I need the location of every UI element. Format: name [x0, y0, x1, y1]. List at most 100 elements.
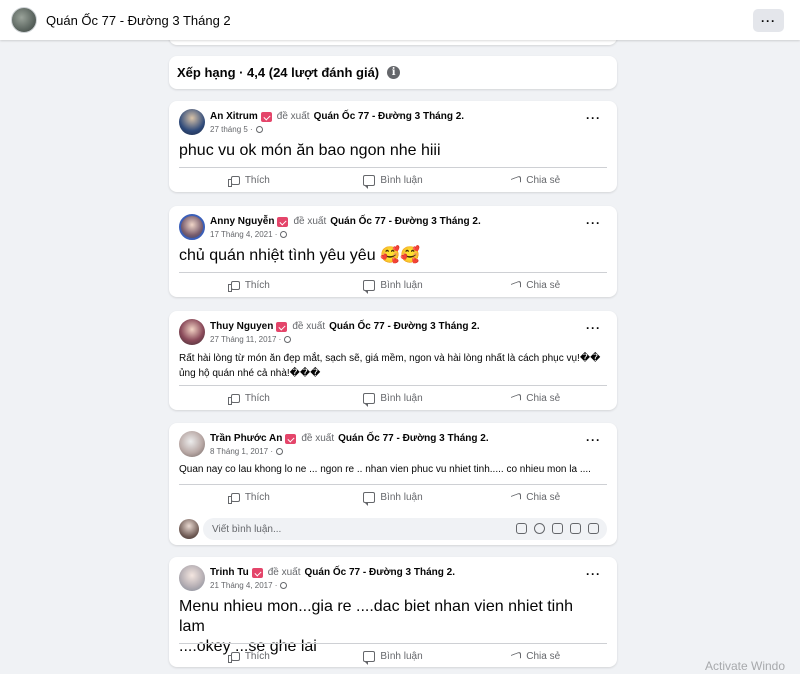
- share-button[interactable]: Chia sẻ: [464, 644, 607, 669]
- page-link[interactable]: Quán Ốc 77 - Đường 3 Tháng 2.: [330, 216, 480, 227]
- comment-button[interactable]: Bình luận: [322, 168, 465, 193]
- avatar[interactable]: [179, 431, 205, 457]
- globe-icon: [255, 126, 263, 133]
- more-options-button[interactable]: ···: [586, 322, 601, 334]
- action-bar: Thích Bình luận Chia sẻ: [179, 643, 607, 669]
- avatar[interactable]: [179, 319, 205, 345]
- emoji-icon[interactable]: [534, 523, 545, 534]
- like-button[interactable]: Thích: [179, 168, 322, 193]
- page-link[interactable]: Quán Ốc 77 - Đường 3 Tháng 2.: [338, 433, 488, 444]
- post-date[interactable]: 21 Tháng 4, 2017 ·: [210, 581, 277, 590]
- comment-icon: [363, 175, 376, 189]
- review-text-line: Menu nhieu mon...gia re ....dac biet nha…: [179, 598, 574, 635]
- avatar[interactable]: [179, 109, 205, 135]
- globe-icon: [280, 582, 288, 589]
- globe-icon: [276, 448, 284, 455]
- sticker-icon[interactable]: [588, 523, 599, 534]
- review-card: Anny Nguyễn đề xuất Quán Ốc 77 - Đường 3…: [169, 206, 617, 297]
- share-icon: [511, 280, 522, 291]
- like-button[interactable]: Thích: [179, 386, 322, 411]
- avatar[interactable]: [179, 565, 205, 591]
- page-avatar[interactable]: [11, 7, 37, 33]
- post-date[interactable]: 27 Tháng 11, 2017 ·: [210, 335, 281, 344]
- globe-icon: [284, 336, 292, 343]
- review-text: Quan nay co lau khong lo ne ... ngon re …: [179, 464, 591, 475]
- recommend-icon: [285, 433, 297, 444]
- comment-button[interactable]: Bình luận: [322, 485, 465, 510]
- page-link[interactable]: Quán Ốc 77 - Đường 3 Tháng 2.: [305, 567, 455, 578]
- share-icon: [511, 651, 522, 662]
- author-name[interactable]: Thuy Nguyen: [210, 321, 273, 332]
- like-button[interactable]: Thích: [179, 644, 322, 669]
- share-button[interactable]: Chia sẻ: [464, 386, 607, 411]
- thumbs-up-icon: [227, 394, 240, 405]
- recommend-icon: [277, 216, 289, 227]
- share-button[interactable]: Chia sẻ: [464, 485, 607, 510]
- top-bar: Quán Ốc 77 - Đường 3 Tháng 2 ···: [0, 0, 800, 40]
- page-link[interactable]: Quán Ốc 77 - Đường 3 Tháng 2.: [329, 321, 479, 332]
- action-bar: Thích Bình luận Chia sẻ: [179, 385, 607, 411]
- thumbs-up-icon: [227, 493, 240, 504]
- comment-button[interactable]: Bình luận: [322, 386, 465, 411]
- comment-composer: Viết bình luận...: [179, 518, 607, 542]
- rating-summary: Xếp hạng · 4,4 (24 lượt đánh giá) i: [169, 56, 617, 89]
- activate-windows-watermark: Activate Windo: [705, 659, 786, 673]
- camera-icon[interactable]: [552, 523, 563, 534]
- more-options-button[interactable]: ···: [586, 217, 601, 229]
- thumbs-up-icon: [227, 281, 240, 292]
- comment-button[interactable]: Bình luận: [322, 644, 465, 669]
- page-link[interactable]: Quán Ốc 77 - Đường 3 Tháng 2.: [314, 111, 464, 122]
- avatar-sticker-icon[interactable]: [516, 523, 527, 534]
- review-card: Trần Phước An đề xuất Quán Ốc 77 - Đường…: [169, 423, 617, 545]
- recommend-icon: [260, 111, 272, 122]
- current-user-avatar: [179, 519, 199, 539]
- review-card: Trinh Tu đề xuất Quán Ốc 77 - Đường 3 Th…: [169, 557, 617, 667]
- avatar[interactable]: [179, 214, 205, 240]
- thumbs-up-icon: [227, 652, 240, 663]
- globe-icon: [280, 231, 288, 238]
- info-icon[interactable]: i: [387, 66, 401, 79]
- gif-icon[interactable]: [570, 523, 581, 534]
- share-button[interactable]: Chia sẻ: [464, 168, 607, 193]
- review-text: Rất hài lòng từ món ăn đẹp mắt, sạch sẽ,…: [179, 351, 603, 381]
- review-text-line: ủng hộ quán nhé cả nhà!���: [179, 368, 321, 379]
- recommends-label: đề xuất: [301, 433, 335, 444]
- comment-icon: [363, 393, 376, 407]
- comment-tools: [516, 523, 599, 534]
- page-more-button[interactable]: ···: [753, 9, 784, 32]
- recommend-icon: [276, 321, 288, 332]
- action-bar: Thích Bình luận Chia sẻ: [179, 484, 607, 510]
- review-text: phuc vu ok món ăn bao ngon nhe hiii: [179, 142, 441, 159]
- author-name[interactable]: An Xitrum: [210, 111, 258, 122]
- like-button[interactable]: Thích: [179, 485, 322, 510]
- comment-icon: [363, 492, 376, 506]
- more-options-button[interactable]: ···: [586, 112, 601, 124]
- comment-icon: [363, 651, 376, 665]
- like-button[interactable]: Thích: [179, 273, 322, 298]
- page-title[interactable]: Quán Ốc 77 - Đường 3 Tháng 2: [46, 13, 231, 28]
- recommends-label: đề xuất: [267, 567, 301, 578]
- comment-icon: [363, 280, 376, 294]
- thumbs-up-icon: [227, 176, 240, 187]
- action-bar: Thích Bình luận Chia sẻ: [179, 272, 607, 298]
- post-date[interactable]: 8 Tháng 1, 2017 ·: [210, 447, 273, 456]
- more-options-button[interactable]: ···: [586, 568, 601, 580]
- recommends-label: đề xuất: [293, 216, 327, 227]
- share-icon: [511, 175, 522, 186]
- review-text: chủ quán nhiệt tình yêu yêu 🥰🥰: [179, 247, 420, 264]
- author-name[interactable]: Anny Nguyễn: [210, 216, 274, 227]
- share-icon: [511, 492, 522, 503]
- post-date[interactable]: 27 tháng 5 ·: [210, 125, 253, 134]
- share-button[interactable]: Chia sẻ: [464, 273, 607, 298]
- author-name[interactable]: Trinh Tu: [210, 567, 249, 578]
- author-name[interactable]: Trần Phước An: [210, 433, 282, 444]
- recommend-icon: [251, 567, 263, 578]
- review-text-line: Rất hài lòng từ món ăn đẹp mắt, sạch sẽ,…: [179, 353, 601, 364]
- recommends-label: đề xuất: [276, 111, 310, 122]
- more-options-button[interactable]: ···: [586, 434, 601, 446]
- comment-button[interactable]: Bình luận: [322, 273, 465, 298]
- post-date[interactable]: 17 Tháng 4, 2021 ·: [210, 230, 277, 239]
- action-bar: Thích Bình luận Chia sẻ: [179, 167, 607, 193]
- rating-text: Xếp hạng · 4,4 (24 lượt đánh giá): [177, 65, 380, 80]
- share-icon: [511, 393, 522, 404]
